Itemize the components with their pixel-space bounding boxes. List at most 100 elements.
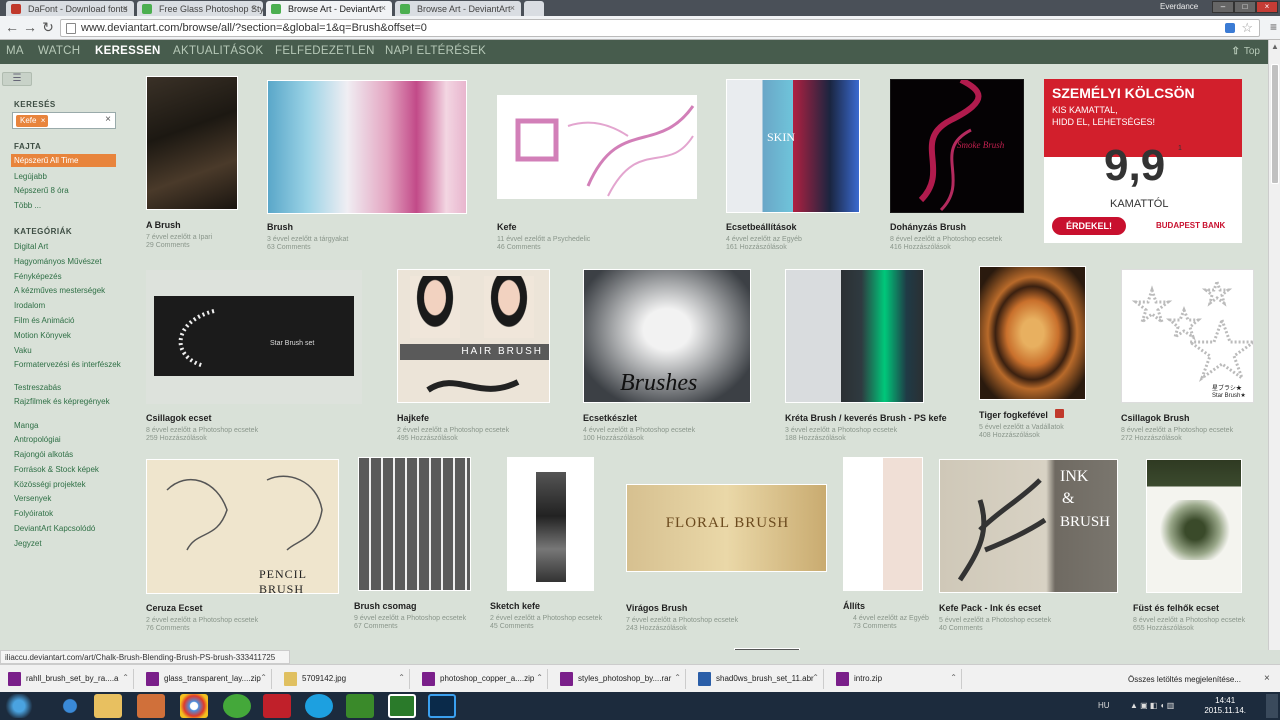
reload-icon[interactable]: ↻ [40,19,56,36]
category-link[interactable]: Motion Könyvek [14,331,124,340]
category-link[interactable]: DeviantArt Kapcsolódó [14,524,124,533]
camtasia-icon[interactable] [346,694,374,718]
download-item[interactable]: 5709142.jpg ⌃ [280,669,410,689]
forward-arrow-icon[interactable]: → [22,19,38,35]
item-comments[interactable]: 45 Comments [490,623,534,630]
item-comments[interactable]: 188 Hozzászólások [785,435,846,442]
download-item[interactable]: intro.zip ⌃ [832,669,962,689]
skype-icon[interactable] [305,694,333,718]
back-arrow-icon[interactable]: ← [4,19,20,35]
show-all-downloads-link[interactable]: Összes letöltés megjelenítése... [1128,675,1241,684]
item-title[interactable]: Sketch kefe [490,601,540,611]
item-title[interactable]: Állíts [843,601,865,611]
item-title[interactable]: Kefe [497,222,517,232]
item-title[interactable]: Kefe Pack - Ink és ecset [939,603,1041,613]
thumbnail-fust-es-felhok[interactable] [1146,459,1242,593]
close-tab-icon[interactable]: × [381,3,386,13]
scroll-up-icon[interactable]: ▲ [1271,42,1279,51]
scroll-thumb[interactable] [1271,64,1279,184]
category-link[interactable]: Rajongói alkotás [14,450,124,459]
media-player-icon[interactable] [137,694,165,718]
sort-popular-all-time[interactable]: Népszerű All Time [11,154,116,167]
download-item[interactable]: rahll_brush_set_by_ra....a ⌃ [4,669,134,689]
thumbnail-allits[interactable] [843,457,923,591]
close-tab-icon[interactable]: × [123,3,128,13]
category-link[interactable]: Versenyek [14,494,124,503]
browser-tab-4[interactable]: Browse Art - DeviantArt × [395,1,521,16]
item-comments[interactable]: 416 Hozzászólások [890,244,951,251]
download-item[interactable]: shad0ws_brush_set_11.abr ⌃ [694,669,824,689]
thumbnail-ceruza-ecset[interactable]: PENCIL BRUSH [146,459,339,594]
tray-icons[interactable]: ▲ ▣ ◧ ◖ ▥ [1130,701,1174,710]
item-title[interactable]: Brush [267,222,293,232]
nav-watch[interactable]: WATCH [38,45,80,57]
sidebar-menu-icon[interactable]: ☰ [2,72,32,86]
start-button-icon[interactable] [4,694,34,718]
thumbnail-kefe-pack[interactable]: INK & BRUSH [939,459,1118,593]
system-clock[interactable]: 14:41 2015.11.14. [1204,696,1246,716]
item-comments[interactable]: 63 Comments [267,244,311,251]
back-to-top-button[interactable]: ⇧ Top [1231,46,1260,57]
search-chip[interactable]: Kefe × [16,115,49,127]
category-link[interactable]: Formatervezési és interfészek [14,360,124,369]
thumbnail-sketch-kefe[interactable] [507,457,594,591]
item-comments[interactable]: 29 Comments [146,242,190,249]
download-item[interactable]: photoshop_copper_a....zip ⌃ [418,669,548,689]
file-explorer-icon[interactable] [94,694,122,718]
nav-ma[interactable]: MA [6,45,24,57]
utorrent-icon[interactable] [223,694,251,718]
thumbnail-dohanyzas-brush[interactable]: Smoke Brush [890,79,1024,213]
chrome-icon[interactable] [180,694,208,718]
close-window-button[interactable]: × [1256,1,1278,13]
sort-newest[interactable]: Legújabb [14,172,47,181]
item-title[interactable]: Hajkefe [397,413,429,423]
category-link[interactable]: Fényképezés [14,272,124,281]
item-title[interactable]: Csillagok ecset [146,413,212,423]
ad-interest-button[interactable]: ÉRDEKEL! [1052,217,1126,235]
item-title[interactable]: Brush csomag [354,601,417,611]
thumbnail-csillagok-ecset[interactable]: Star Brush set [146,270,362,404]
nav-aktualitasok[interactable]: AKTUALITÁSOK [173,45,264,57]
new-tab-button[interactable] [524,1,544,16]
item-title[interactable]: Kréta Brush / keverés Brush - PS kefe [785,413,947,423]
browser-user-name[interactable]: Everdance [1160,2,1198,11]
bookmark-star-icon[interactable]: ☆ [1241,20,1253,36]
item-comments[interactable]: 67 Comments [354,623,398,630]
category-link[interactable]: Források & Stock képek [14,465,124,474]
category-link[interactable]: Digital Art [14,242,124,251]
item-title[interactable]: Virágos Brush [626,603,687,613]
thumbnail-tiger[interactable] [979,266,1086,400]
photoshop-icon[interactable] [428,694,456,718]
download-item[interactable]: styles_photoshop_by....rar ⌃ [556,669,686,689]
item-comments[interactable]: 100 Hozzászólások [583,435,644,442]
item-title[interactable]: Ecsetbeállítások [726,222,797,232]
browser-menu-icon[interactable]: ≡ [1270,20,1277,34]
category-link[interactable]: Irodalom [14,301,124,310]
browser-tab-2[interactable]: Free Glass Photoshop Sty × [137,1,263,16]
chevron-down-icon[interactable]: ⌃ [122,673,129,682]
chip-remove-icon[interactable]: × [41,115,46,127]
maximize-button[interactable]: □ [1234,1,1256,13]
item-title[interactable]: Ceruza Ecset [146,603,203,613]
item-title[interactable]: Csillagok Brush [1121,413,1190,423]
chevron-down-icon[interactable]: ⌃ [536,673,543,682]
chevron-down-icon[interactable]: ⌃ [398,673,405,682]
thumbnail-partial[interactable] [734,648,800,650]
thumbnail-kefe[interactable] [497,95,697,199]
address-bar[interactable]: www.deviantart.com/browse/all/?section=&… [60,19,1260,37]
thumbnail-csillagok-brush[interactable]: 星ブラシ★ Star Brush★ [1121,269,1254,403]
category-link[interactable]: A kézműves mesterségek [14,286,124,295]
item-title[interactable]: Ecsetkészlet [583,413,637,423]
item-title[interactable]: Dohányzás Brush [890,222,966,232]
nav-felfedezetlen[interactable]: FELFEDEZETLEN [275,45,375,57]
nav-keressen[interactable]: KERESSEN [95,45,161,57]
minimize-button[interactable]: – [1212,1,1234,13]
category-link[interactable]: Film és Animáció [14,316,124,325]
category-link[interactable]: Testreszabás [14,383,124,392]
item-comments[interactable]: 243 Hozzászólások [626,625,687,632]
search-input[interactable]: Kefe × × [12,112,116,129]
category-link[interactable]: Manga [14,421,124,430]
sort-popular-8h[interactable]: Népszerű 8 óra [14,186,69,195]
internet-explorer-icon[interactable] [56,694,84,718]
thumbnail-a-brush[interactable] [146,76,238,210]
